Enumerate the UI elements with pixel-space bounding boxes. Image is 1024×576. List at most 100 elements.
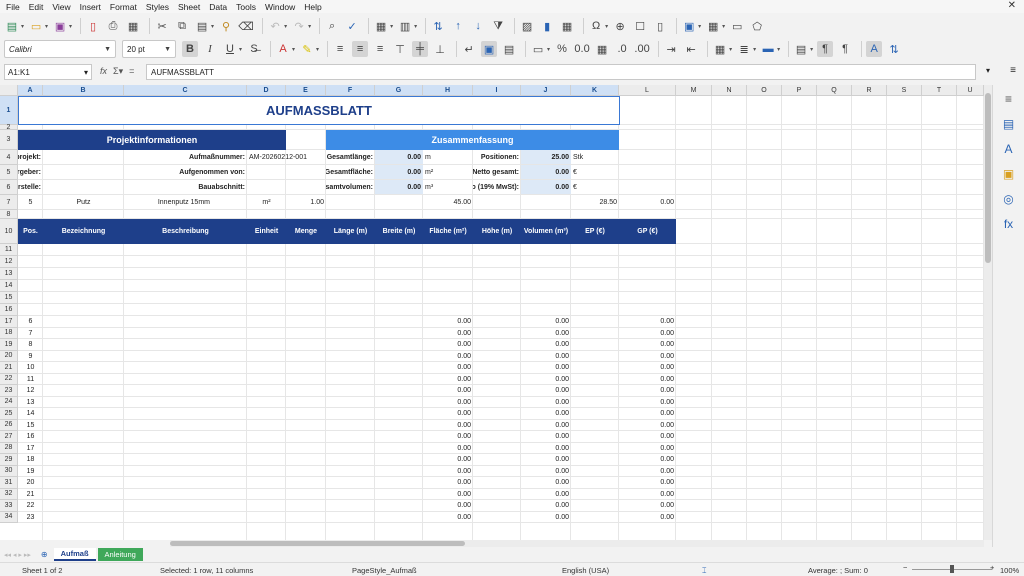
row-header[interactable]: 27 — [0, 431, 18, 443]
tab-anleitung[interactable]: Anleitung — [97, 548, 143, 561]
row-header[interactable]: 25 — [0, 408, 18, 420]
chevron-down-icon[interactable]: ▾ — [45, 23, 48, 30]
table-header[interactable]: Einheit — [247, 219, 286, 244]
row-header[interactable]: 11 — [0, 244, 18, 256]
column-header[interactable]: Q — [817, 85, 852, 96]
row-header[interactable]: 26 — [0, 419, 18, 431]
bold-button[interactable]: B — [182, 41, 198, 57]
table-header[interactable]: Fläche (m²) — [423, 219, 473, 244]
summary-value[interactable]: 0.00 — [375, 165, 423, 180]
sheet-title[interactable]: AUFMASSBLATT — [18, 96, 620, 125]
chevron-down-icon[interactable]: ▾ — [308, 23, 311, 30]
gp-cell[interactable]: 0.00 — [619, 339, 676, 351]
cut-icon[interactable]: ✂ — [154, 18, 170, 34]
ep-cell[interactable]: 28.50 — [571, 195, 619, 210]
row-header[interactable]: 34 — [0, 511, 18, 523]
spreadsheet-grid[interactable]: A B C D E F G H I J K L M N O P Q R S T U 1 2 3 4 5 6 7 8 10 11 12 13 14 1… — [0, 85, 984, 540]
chevron-down-icon[interactable]: ▾ — [239, 46, 242, 53]
chevron-down-icon[interactable]: ▾ — [605, 23, 608, 30]
row-header[interactable]: 23 — [0, 385, 18, 397]
row-header[interactable]: 29 — [0, 454, 18, 466]
gp-cell[interactable]: 0.00 — [619, 362, 676, 374]
conditional-format-icon[interactable]: ▤ — [793, 41, 809, 57]
row-header[interactable]: 28 — [0, 442, 18, 454]
table-header[interactable]: Breite (m) — [375, 219, 423, 244]
currency-format-icon[interactable]: ▭ — [530, 41, 546, 57]
volumen-cell[interactable]: 0.00 — [521, 489, 571, 501]
gp-cell[interactable]: 0.00 — [619, 477, 676, 489]
chevron-down-icon[interactable]: ▾ — [414, 23, 417, 30]
row-header[interactable]: 24 — [0, 396, 18, 408]
hyperlink-icon[interactable]: ⊕ — [612, 18, 628, 34]
row-header[interactable]: 10 — [0, 219, 18, 244]
font-name-combo[interactable]: Calibri ▼ — [4, 40, 116, 58]
select-all-corner[interactable] — [0, 85, 18, 96]
center-vertically-icon[interactable]: ╪ — [412, 41, 429, 57]
menu-format[interactable]: Format — [110, 2, 137, 12]
align-center-icon[interactable]: ≡ — [352, 41, 369, 57]
flaeche-cell[interactable]: 0.00 — [423, 443, 473, 455]
flaeche-cell[interactable]: 0.00 — [423, 500, 473, 512]
text-direction-vertical-icon[interactable]: ⇅ — [886, 41, 902, 57]
function-wizard-icon[interactable]: fx — [100, 66, 107, 77]
formula-icon[interactable]: = — [129, 66, 134, 77]
row-header[interactable]: 15 — [0, 292, 18, 304]
gp-cell[interactable]: 0.00 — [619, 420, 676, 432]
row-header[interactable]: 16 — [0, 304, 18, 316]
gp-cell[interactable]: 0.00 — [619, 195, 676, 210]
volumen-cell[interactable]: 0.00 — [521, 397, 571, 409]
row-header[interactable]: 4 — [0, 150, 18, 165]
expand-formula-bar-icon[interactable]: ▾ — [986, 66, 990, 75]
menu-data[interactable]: Data — [209, 2, 227, 12]
flaeche-cell[interactable]: 0.00 — [423, 374, 473, 386]
name-box[interactable]: A1:K1 ▾ — [4, 64, 92, 80]
gp-cell[interactable]: 0.00 — [619, 431, 676, 443]
merge-cells-icon[interactable]: ▣ — [481, 41, 498, 57]
row-header[interactable]: 12 — [0, 256, 18, 268]
save-icon[interactable]: ▣ — [52, 18, 68, 34]
einheit-cell[interactable]: m² — [247, 195, 286, 210]
chevron-down-icon[interactable]: ▾ — [292, 46, 295, 53]
underline-button[interactable]: U — [222, 41, 238, 57]
gp-cell[interactable]: 0.00 — [619, 374, 676, 386]
table-header[interactable]: Pos. — [18, 219, 43, 244]
pos-cell[interactable]: 12 — [18, 385, 43, 397]
volumen-cell[interactable]: 0.00 — [521, 351, 571, 363]
flaeche-cell[interactable]: 0.00 — [423, 397, 473, 409]
flaeche-cell[interactable]: 45.00 — [423, 195, 473, 210]
column-header[interactable]: P — [782, 85, 817, 96]
align-bottom-icon[interactable]: ⊥ — [432, 41, 448, 57]
column-header[interactable]: K — [571, 85, 619, 96]
tab-nav-icon[interactable]: ◂◂ ◂ ▸ ▸▸ — [4, 551, 31, 559]
menu-help[interactable]: Help — [304, 2, 321, 12]
chevron-down-icon[interactable]: ▾ — [777, 46, 780, 53]
summary-value[interactable]: 0.00 — [375, 180, 423, 195]
volumen-cell[interactable]: 0.00 — [521, 362, 571, 374]
highlight-color-icon[interactable]: ✎ — [299, 41, 315, 57]
row-header[interactable]: 6 — [0, 180, 18, 195]
add-decimal-icon[interactable]: .0 — [614, 41, 630, 57]
flaeche-cell[interactable]: 0.00 — [423, 454, 473, 466]
summary-value[interactable]: 0.00 — [521, 165, 571, 180]
pos-cell[interactable]: 14 — [18, 408, 43, 420]
column-header[interactable]: A — [18, 85, 43, 96]
row-header[interactable]: 7 — [0, 195, 18, 210]
pivot-table-icon[interactable]: ▦ — [559, 18, 575, 34]
chevron-down-icon[interactable]: ▼ — [104, 46, 111, 53]
flaeche-cell[interactable]: 0.00 — [423, 328, 473, 340]
menge-cell[interactable]: 1.00 — [286, 195, 326, 210]
volumen-cell[interactable]: 0.00 — [521, 477, 571, 489]
row-header[interactable]: 19 — [0, 339, 18, 351]
formula-input[interactable]: AUFMASSBLATT — [146, 64, 976, 80]
align-top-icon[interactable]: ⊤ — [392, 41, 408, 57]
menu-styles[interactable]: Styles — [146, 2, 169, 12]
volumen-cell[interactable]: 0.00 — [521, 374, 571, 386]
gp-cell[interactable]: 0.00 — [619, 512, 676, 524]
show-draw-functions-icon[interactable]: ⬠ — [749, 18, 765, 34]
status-summary[interactable]: Average: ; Sum: 0 — [808, 566, 868, 575]
decrease-indent-icon[interactable]: ⇤ — [683, 41, 699, 57]
column-header[interactable]: S — [887, 85, 922, 96]
row-header[interactable]: 20 — [0, 350, 18, 362]
flaeche-cell[interactable]: 0.00 — [423, 339, 473, 351]
row-icon[interactable]: ▦ — [373, 18, 389, 34]
